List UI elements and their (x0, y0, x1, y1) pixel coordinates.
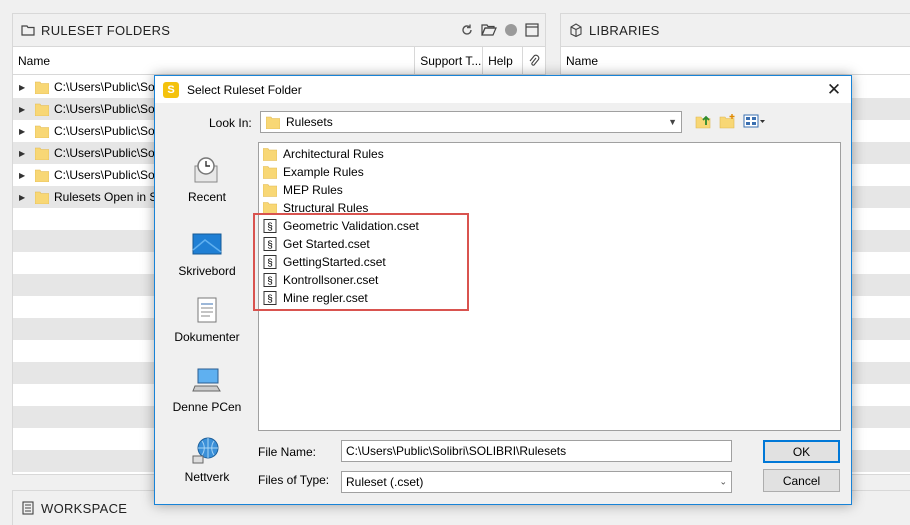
workspace-icon (22, 501, 34, 515)
select-ruleset-folder-dialog: S Select Ruleset Folder ✕ Look In: Rules… (154, 75, 852, 505)
network-icon (192, 437, 219, 464)
place-recent[interactable]: Recent (155, 156, 259, 204)
expand-arrow-icon[interactable]: ▶ (19, 149, 29, 158)
file-name-input[interactable]: C:\Users\Public\Solibri\SOLIBRI\Rulesets (341, 440, 732, 462)
new-folder-icon[interactable] (719, 113, 737, 129)
close-icon[interactable]: ✕ (817, 76, 851, 103)
ok-button[interactable]: OK (763, 440, 840, 463)
folder-name: Architectural Rules (283, 147, 384, 161)
maximize-icon[interactable] (525, 23, 539, 37)
panel-title: LIBRARIES (589, 22, 660, 38)
libraries-header: LIBRARIES (561, 14, 910, 47)
recent-icon (194, 157, 218, 183)
place-documents[interactable]: Dokumenter (155, 296, 259, 344)
file-name-label: File Name: (258, 445, 317, 459)
open-folder-icon[interactable] (481, 23, 497, 37)
expand-arrow-icon[interactable]: ▶ (19, 105, 29, 114)
dialog-title: Select Ruleset Folder (187, 82, 302, 97)
place-label: Nettverk (184, 470, 230, 484)
column-support[interactable]: Support T... (415, 47, 484, 74)
folder-icon (263, 166, 277, 179)
place-label: Recent (187, 190, 227, 204)
file-type-select[interactable]: Ruleset (.cset) ⌄ (341, 471, 732, 493)
place-this-pc[interactable]: Denne PCen (155, 366, 259, 414)
file-type-label: Files of Type: (258, 473, 330, 487)
place-desktop[interactable]: Skrivebord (155, 230, 259, 278)
highlight-annotation-box (253, 213, 469, 311)
place-label: Skrivebord (178, 264, 236, 278)
remove-icon[interactable] (504, 23, 518, 37)
solibri-app-icon: S (163, 81, 179, 98)
column-help[interactable]: Help (483, 47, 524, 74)
dialog-toolbar (695, 113, 767, 129)
folder-icon (263, 148, 277, 161)
place-label: Dokumenter (174, 330, 240, 344)
column-name[interactable]: Name (561, 47, 910, 74)
documents-icon (197, 297, 217, 323)
computer-icon (192, 368, 221, 392)
folder-outline-icon (21, 25, 35, 36)
expand-arrow-icon[interactable]: ▶ (19, 171, 29, 180)
column-name[interactable]: Name (13, 47, 416, 74)
column-header: Name Support T... Help (13, 47, 545, 75)
library-icon (570, 23, 582, 37)
look-in-combo[interactable]: Rulesets ▼ (260, 111, 682, 133)
expand-arrow-icon[interactable]: ▶ (19, 193, 29, 202)
folder-name: Example Rules (283, 165, 364, 179)
column-header: Name (561, 47, 910, 75)
list-item[interactable]: MEP Rules (263, 181, 343, 199)
look-in-label: Look In: (209, 116, 252, 130)
refresh-icon[interactable] (460, 23, 474, 37)
place-label: Denne PCen (172, 400, 242, 414)
folder-icon (266, 116, 280, 129)
look-in-value: Rulesets (286, 115, 333, 129)
cancel-button[interactable]: Cancel (763, 469, 840, 492)
desktop-icon (192, 233, 222, 255)
expand-arrow-icon[interactable]: ▶ (19, 83, 29, 92)
chevron-down-icon[interactable]: ▼ (668, 117, 677, 127)
paperclip-icon (529, 54, 540, 66)
folder-icon (263, 184, 277, 197)
up-folder-icon[interactable] (695, 113, 713, 129)
list-item[interactable]: Architectural Rules (263, 145, 384, 163)
column-attach[interactable] (523, 47, 545, 74)
folder-icon (35, 125, 49, 138)
ruleset-folders-header: RULESET FOLDERS (13, 14, 545, 47)
dialog-titlebar[interactable]: S Select Ruleset Folder ✕ (155, 76, 851, 103)
view-menu-icon[interactable] (743, 113, 767, 129)
file-name-value: C:\Users\Public\Solibri\SOLIBRI\Rulesets (346, 444, 567, 458)
folder-icon (35, 169, 49, 182)
list-item[interactable]: Example Rules (263, 163, 364, 181)
file-type-value: Ruleset (.cset) (346, 475, 424, 489)
folder-icon (35, 103, 49, 116)
folder-icon (35, 191, 49, 204)
chevron-down-icon[interactable]: ⌄ (719, 477, 727, 488)
expand-arrow-icon[interactable]: ▶ (19, 127, 29, 136)
panel-title: RULESET FOLDERS (41, 22, 171, 38)
folder-name: MEP Rules (283, 183, 343, 197)
folder-icon (35, 147, 49, 160)
folder-icon (35, 81, 49, 94)
panel-title: WORKSPACE (41, 500, 128, 516)
place-network[interactable]: Nettverk (155, 436, 259, 484)
